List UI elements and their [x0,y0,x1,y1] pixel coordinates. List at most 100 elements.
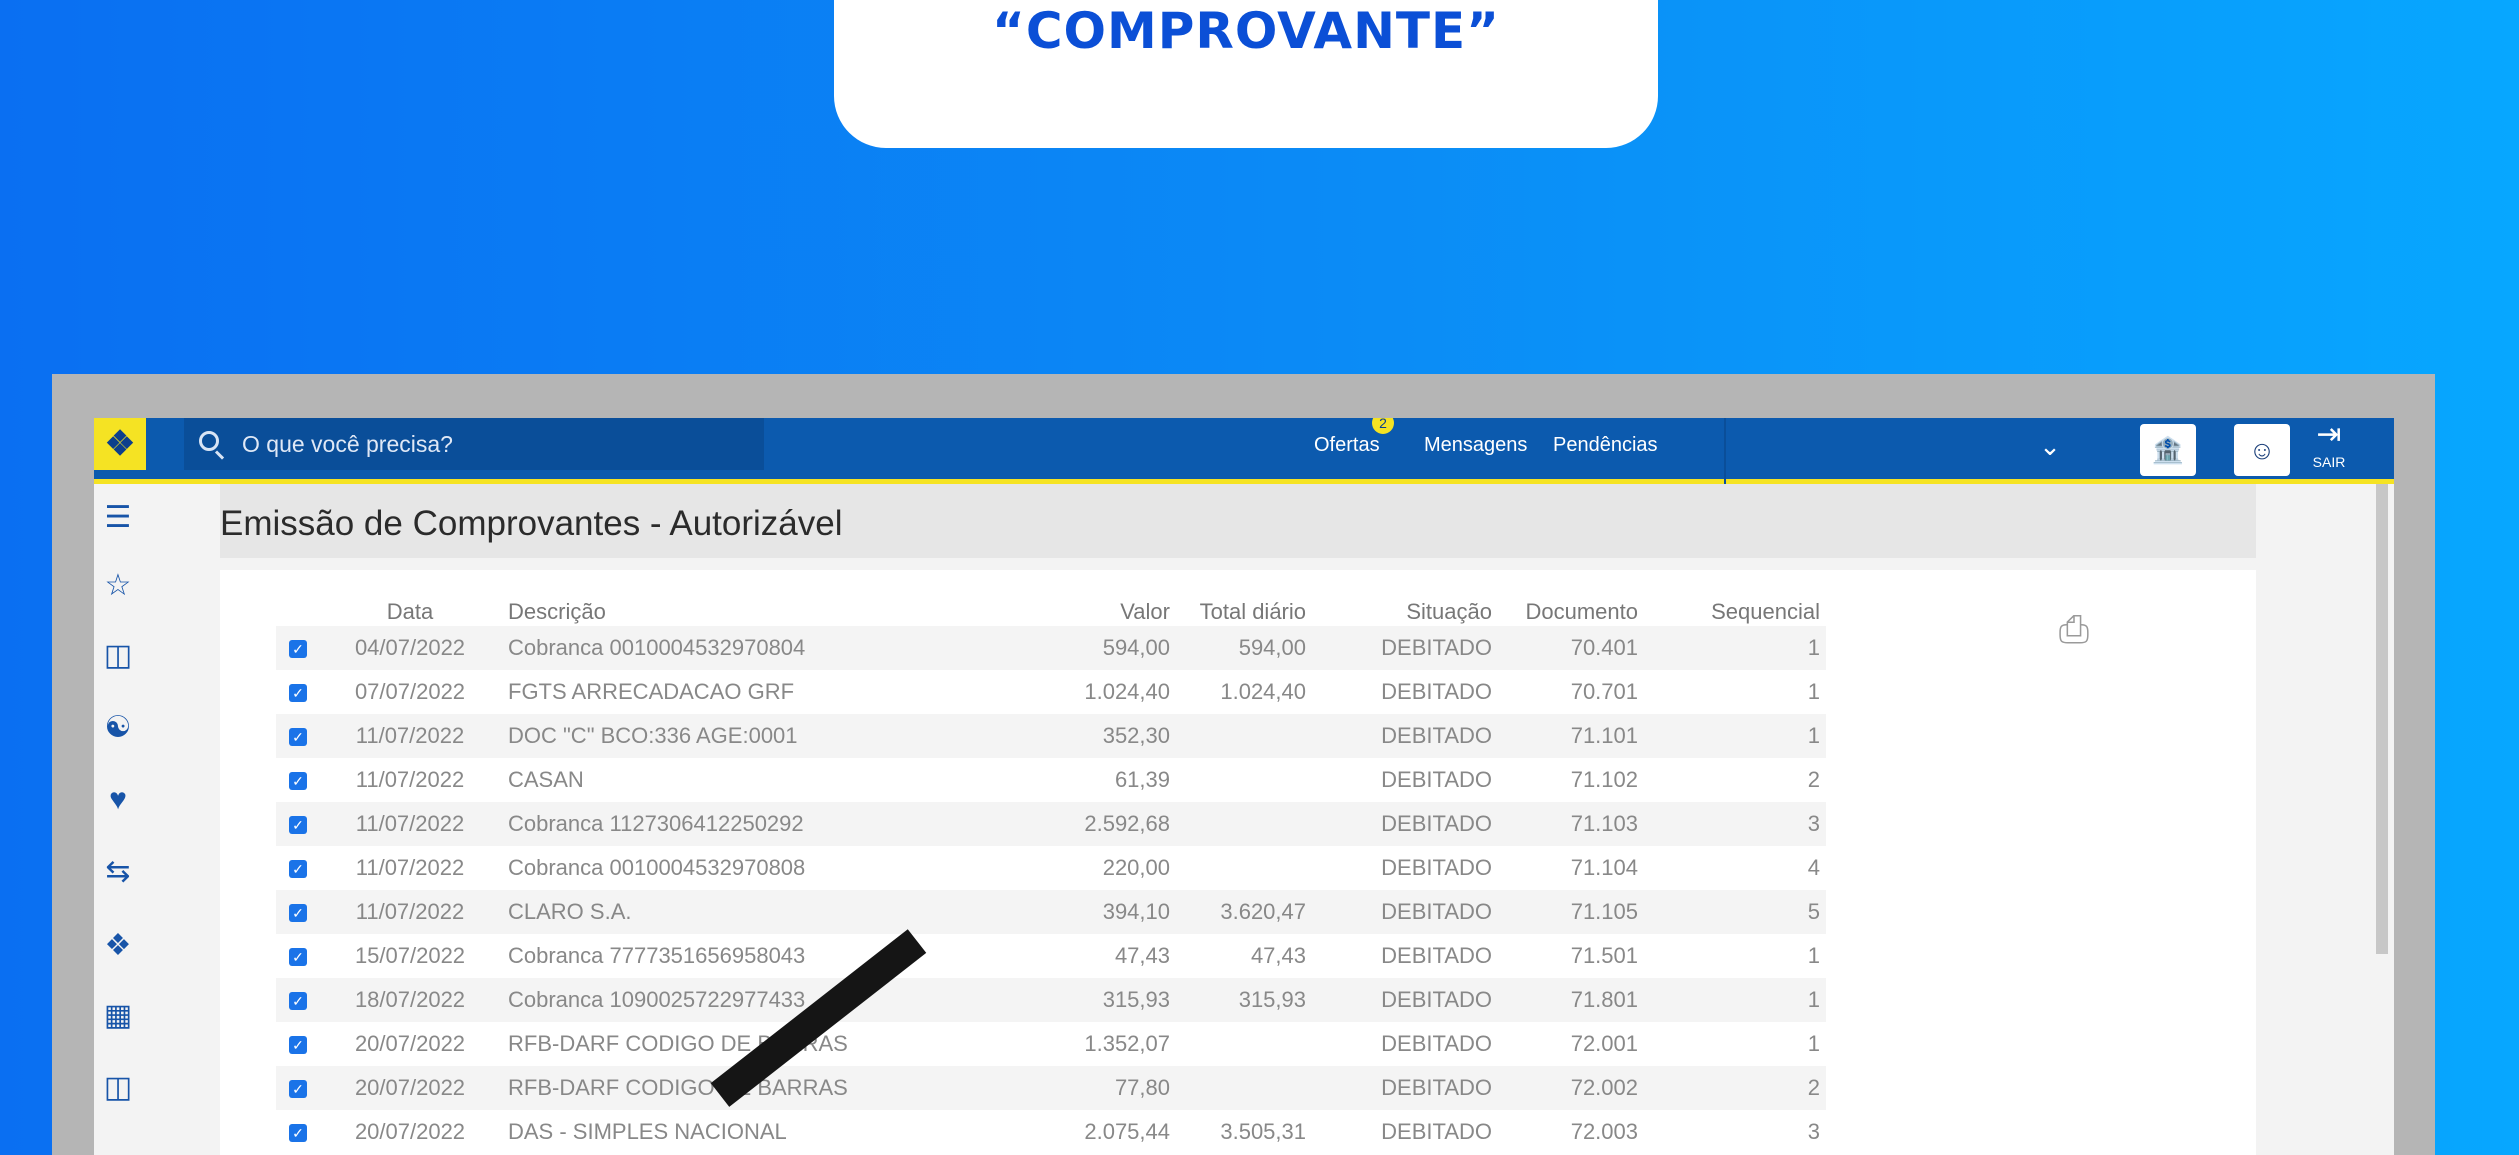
search-box[interactable] [184,418,764,470]
search-input[interactable] [242,430,742,458]
row-sequence: 2 [1807,767,1820,792]
row-checkbox[interactable]: ✓ [289,640,307,659]
row-sequence: 1 [1666,978,1826,1022]
table-row[interactable]: ✓ 20/07/2022 RFB-DARF CODIGO DE BARRAS 7… [276,1066,1826,1110]
header-sequence[interactable]: Sequencial [1666,598,1826,626]
row-sequence: 2 [1666,1066,1826,1110]
row-checkbox[interactable]: ✓ [289,728,307,747]
row-value: 77,80 [1052,1066,1176,1110]
header-description[interactable]: Descrição [500,598,1052,626]
hand-coin-icon[interactable]: ♥ [98,780,138,820]
row-daily-total [1176,846,1326,890]
offers-badge: 2 [1372,418,1394,434]
row-description: Cobranca 1090025722977433 [500,978,1052,1022]
top-bar: ❖ 2 Ofertas Mensagens Pendências ⌄ 🏦 ☺ ⇥… [94,418,2394,484]
diamond-cluster-icon[interactable]: ❖ [98,926,138,966]
row-sequence: 1 [1807,1031,1820,1056]
row-description: CLARO S.A. [500,890,1052,934]
header-value[interactable]: Valor [1052,598,1176,626]
printer-icon[interactable]: ⎙ [2048,608,2100,652]
row-sequence: 1 [1807,943,1820,968]
profile-icon[interactable]: ☺ [2234,424,2290,476]
row-checkbox[interactable]: ✓ [289,684,307,703]
row-daily-total: 47,43 [1250,943,1306,968]
page-title: Emissão de Comprovantes - Autorizável [220,504,843,543]
row-checkbox[interactable]: ✓ [289,816,307,835]
row-checkbox[interactable]: ✓ [289,904,307,923]
exit-button[interactable]: ⇥ SAIR [2302,418,2356,478]
header-daily-total[interactable]: Total diário [1176,598,1326,626]
row-status: DEBITADO [1326,802,1506,846]
exit-label: SAIR [2312,454,2346,470]
table-row[interactable]: ✓ 18/07/2022 Cobranca 1090025722977433 3… [276,978,1826,1022]
row-checkbox[interactable]: ✓ [289,860,307,879]
row-status: DEBITADO [1326,978,1506,1022]
bank-user-icon[interactable]: 🏦 [2140,424,2196,476]
row-value: 220,00 [1102,855,1170,880]
nav-pending-link[interactable]: Pendências [1553,434,1658,457]
row-description: Cobranca 7777351656958043 [508,943,806,968]
row-checkbox[interactable]: ✓ [289,948,307,967]
org-chart-icon[interactable]: ☯ [98,708,138,748]
row-status: DEBITADO [1381,679,1492,704]
table-row[interactable]: ✓ 07/07/2022 FGTS ARRECADACAO GRF 1.024,… [276,670,1826,714]
header-date[interactable]: Data [320,598,500,626]
bank-logo-icon[interactable]: ❖ [94,418,146,470]
row-daily-total [1176,1022,1326,1066]
table-row[interactable]: ✓ 04/07/2022 Cobranca 0010004532970804 5… [276,626,1826,670]
table-row[interactable]: ✓ 11/07/2022 CASAN 61,39 DEBITADO 71.102… [276,758,1826,802]
table-row[interactable]: ✓ 11/07/2022 Cobranca 1127306412250292 2… [276,802,1826,846]
row-daily-total [1176,802,1326,846]
row-date: 11/07/2022 [355,767,465,792]
menu-icon[interactable]: ☰ [98,498,138,538]
row-date: 20/07/2022 [320,1066,500,1110]
row-document: 71.104 [1570,855,1638,880]
search-icon[interactable] [196,428,228,460]
wallet-icon[interactable]: ◫ [98,1068,138,1108]
bookmark-star-icon[interactable]: ☆ [98,566,138,606]
table-row[interactable]: ✓ 11/07/2022 DOC "C" BCO:336 AGE:0001 35… [276,714,1826,758]
row-value: 47,43 [1114,943,1170,968]
row-checkbox[interactable]: ✓ [289,1124,307,1143]
row-description: FGTS ARRECADACAO GRF [508,679,795,704]
table-row[interactable]: ✓ 20/07/2022 RFB-DARF CODIGO DE BARRAS 1… [276,1022,1826,1066]
scrollbar[interactable] [2376,484,2388,954]
row-document: 71.103 [1506,802,1666,846]
header-status[interactable]: Situação [1326,598,1506,626]
row-value: 394,10 [1052,890,1176,934]
row-date: 15/07/2022 [354,943,466,968]
row-document: 71.801 [1506,978,1666,1022]
row-daily-total [1176,714,1326,758]
nav-messages-link[interactable]: Mensagens [1424,434,1527,457]
row-status: DEBITADO [1326,1066,1506,1110]
nav-offers-link[interactable]: Ofertas [1314,434,1380,457]
row-daily-total [1176,1066,1326,1110]
row-document: 72.002 [1506,1066,1666,1110]
row-status: DEBITADO [1381,767,1492,792]
row-checkbox[interactable]: ✓ [289,1080,307,1099]
row-checkbox[interactable]: ✓ [289,1036,307,1055]
row-date: 18/07/2022 [320,978,500,1022]
table-row[interactable]: ✓ 11/07/2022 Cobranca 0010004532970808 2… [276,846,1826,890]
row-checkbox[interactable]: ✓ [289,772,307,791]
row-date: 11/07/2022 [320,802,500,846]
table-header-row: Data Descrição Valor Total diário Situaç… [276,598,1826,626]
row-description: CASAN [508,767,584,792]
row-status: DEBITADO [1381,1031,1492,1056]
row-value: 2.592,68 [1052,802,1176,846]
row-daily-total [1176,758,1326,802]
transfer-icon[interactable]: ⇆ [98,852,138,892]
row-checkbox[interactable]: ✓ [289,992,307,1011]
header-document[interactable]: Documento [1506,598,1666,626]
row-value: 315,93 [1052,978,1176,1022]
wallet-icon[interactable]: ◫ [98,636,138,676]
cash-icon[interactable]: ▦ [98,996,138,1036]
table-row[interactable]: ✓ 20/07/2022 DAS - SIMPLES NACIONAL 2.07… [276,1110,1826,1154]
row-description: Cobranca 0010004532970804 [500,626,1052,670]
table-row[interactable]: ✓ 15/07/2022 Cobranca 7777351656958043 4… [276,934,1826,978]
row-date: 20/07/2022 [354,1031,466,1056]
chevron-down-icon[interactable]: ⌄ [2034,430,2066,462]
table-row[interactable]: ✓ 11/07/2022 CLARO S.A. 394,10 3.620,47 … [276,890,1826,934]
row-document: 70.401 [1506,626,1666,670]
row-value: 61,39 [1114,767,1170,792]
